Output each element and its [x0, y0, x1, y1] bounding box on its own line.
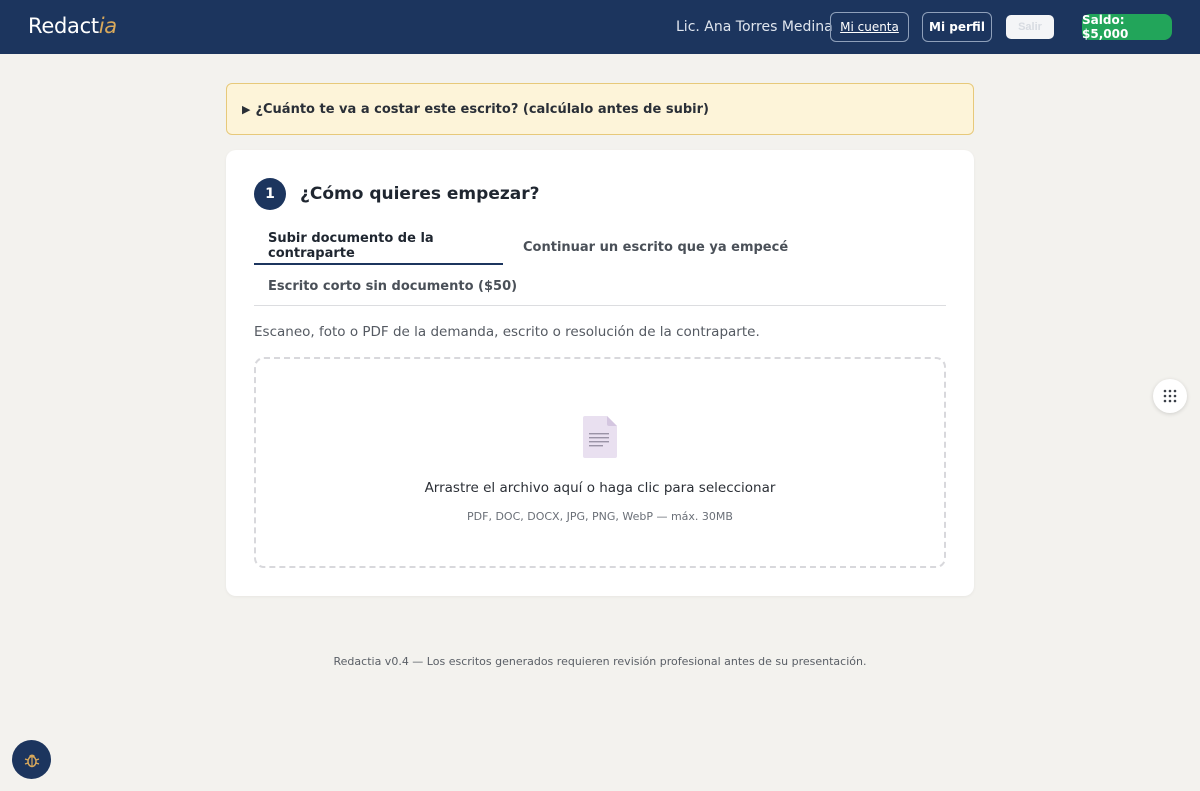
footer-note: Redactia v0.4 — Los escritos generados r…	[333, 655, 867, 668]
step-title: ¿Cómo quieres empezar?	[300, 184, 540, 204]
upload-description: Escaneo, foto o PDF de la demanda, escri…	[254, 324, 760, 340]
logo-text: Redact	[28, 14, 99, 38]
dropzone-hint: PDF, DOC, DOCX, JPG, PNG, WebP — máx. 30…	[467, 510, 733, 523]
logout-button[interactable]: Salir	[1006, 15, 1054, 39]
dots-grid-icon	[1163, 389, 1177, 403]
document-icon	[583, 416, 617, 458]
step-number-badge: 1	[254, 178, 286, 210]
apps-grid-button[interactable]	[1153, 379, 1187, 413]
triangle-right-icon: ▶	[242, 102, 251, 116]
my-account-button[interactable]: Mi cuenta	[830, 12, 909, 42]
cost-calculator-toggle[interactable]: ▶ ¿Cuánto te va a costar este escrito? (…	[226, 83, 974, 135]
user-name: Lic. Ana Torres Medina	[676, 19, 833, 35]
cost-banner-text: ¿Cuánto te va a costar este escrito? (ca…	[255, 101, 709, 117]
dropzone-text: Arrastre el archivo aquí o haga clic par…	[424, 480, 776, 496]
tabs-divider	[254, 305, 946, 306]
tab-continue-draft[interactable]: Continuar un escrito que ya empecé	[509, 229, 788, 265]
balance-badge[interactable]: Saldo: $5,000	[1082, 13, 1172, 41]
file-dropzone[interactable]: Arrastre el archivo aquí o haga clic par…	[254, 357, 946, 568]
my-profile-button[interactable]: Mi perfil	[922, 12, 992, 42]
tab-short-document[interactable]: Escrito corto sin documento ($50)	[254, 268, 517, 304]
app-logo[interactable]: Redactia	[28, 14, 117, 38]
bug-icon	[24, 754, 39, 767]
logo-accent-text: ia	[98, 14, 117, 38]
bug-report-button[interactable]	[12, 740, 51, 779]
step-card: 1 ¿Cómo quieres empezar? Subir documento…	[226, 150, 974, 596]
tab-upload-document[interactable]: Subir documento de la contraparte	[254, 229, 503, 265]
top-navbar: Redactia Lic. Ana Torres Medina Mi cuent…	[0, 0, 1200, 54]
